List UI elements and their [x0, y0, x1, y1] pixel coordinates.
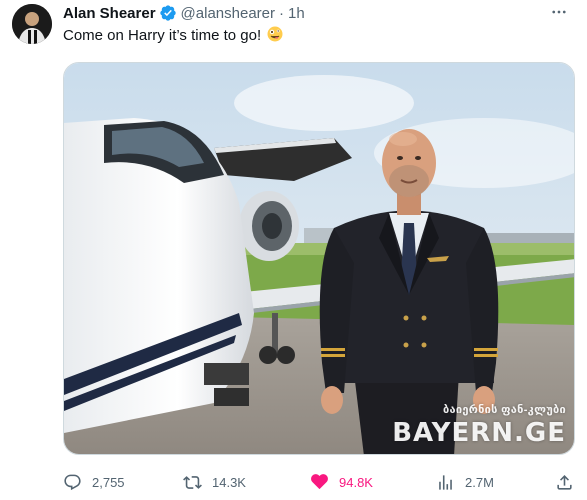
more-icon[interactable]: [548, 2, 570, 22]
tweet-text: Come on Harry it’s time to go!: [63, 26, 283, 46]
reply-count: 2,755: [92, 474, 125, 490]
reply-icon: [64, 474, 81, 490]
zany-face-icon: [267, 26, 283, 42]
watermark: ბაიერნის ფან-კლუბი BAYERN.GE: [392, 404, 566, 448]
timestamp[interactable]: 1h: [288, 5, 305, 22]
tweet-image[interactable]: ბაიერნის ფან-კლუბი BAYERN.GE: [63, 62, 575, 455]
photo-pilot-jet: [64, 63, 574, 454]
tweet[interactable]: Alan Shearer @alanshearer · 1h Come on H…: [0, 0, 587, 500]
like-button[interactable]: 94.8K: [310, 470, 373, 494]
author-name[interactable]: Alan Shearer: [63, 5, 156, 22]
reply-button[interactable]: 2,755: [63, 470, 125, 494]
watermark-top: ბაიერნის ფან-კლუბი: [442, 404, 566, 416]
author-handle[interactable]: @alanshearer: [181, 5, 275, 22]
repost-icon: [183, 475, 202, 489]
views-button[interactable]: 2.7M: [436, 470, 494, 494]
tweet-text-content: Come on Harry it’s time to go!: [63, 27, 262, 44]
views-icon: [439, 474, 452, 490]
watermark-main: BAYERN.GE: [392, 418, 566, 448]
share-icon: [557, 474, 572, 490]
views-count: 2.7M: [465, 474, 494, 490]
like-count: 94.8K: [339, 474, 373, 490]
verified-badge-icon: [159, 4, 177, 22]
repost-button[interactable]: 14.3K: [183, 470, 246, 494]
tweet-header: Alan Shearer @alanshearer · 1h: [63, 3, 305, 23]
separator-dot: ·: [279, 4, 284, 22]
action-bar: 2,755 14.3K 94.8K 2.7M: [63, 470, 575, 494]
share-button[interactable]: [555, 470, 574, 494]
like-icon: [311, 473, 328, 489]
repost-count: 14.3K: [212, 474, 246, 490]
avatar[interactable]: [12, 4, 52, 44]
